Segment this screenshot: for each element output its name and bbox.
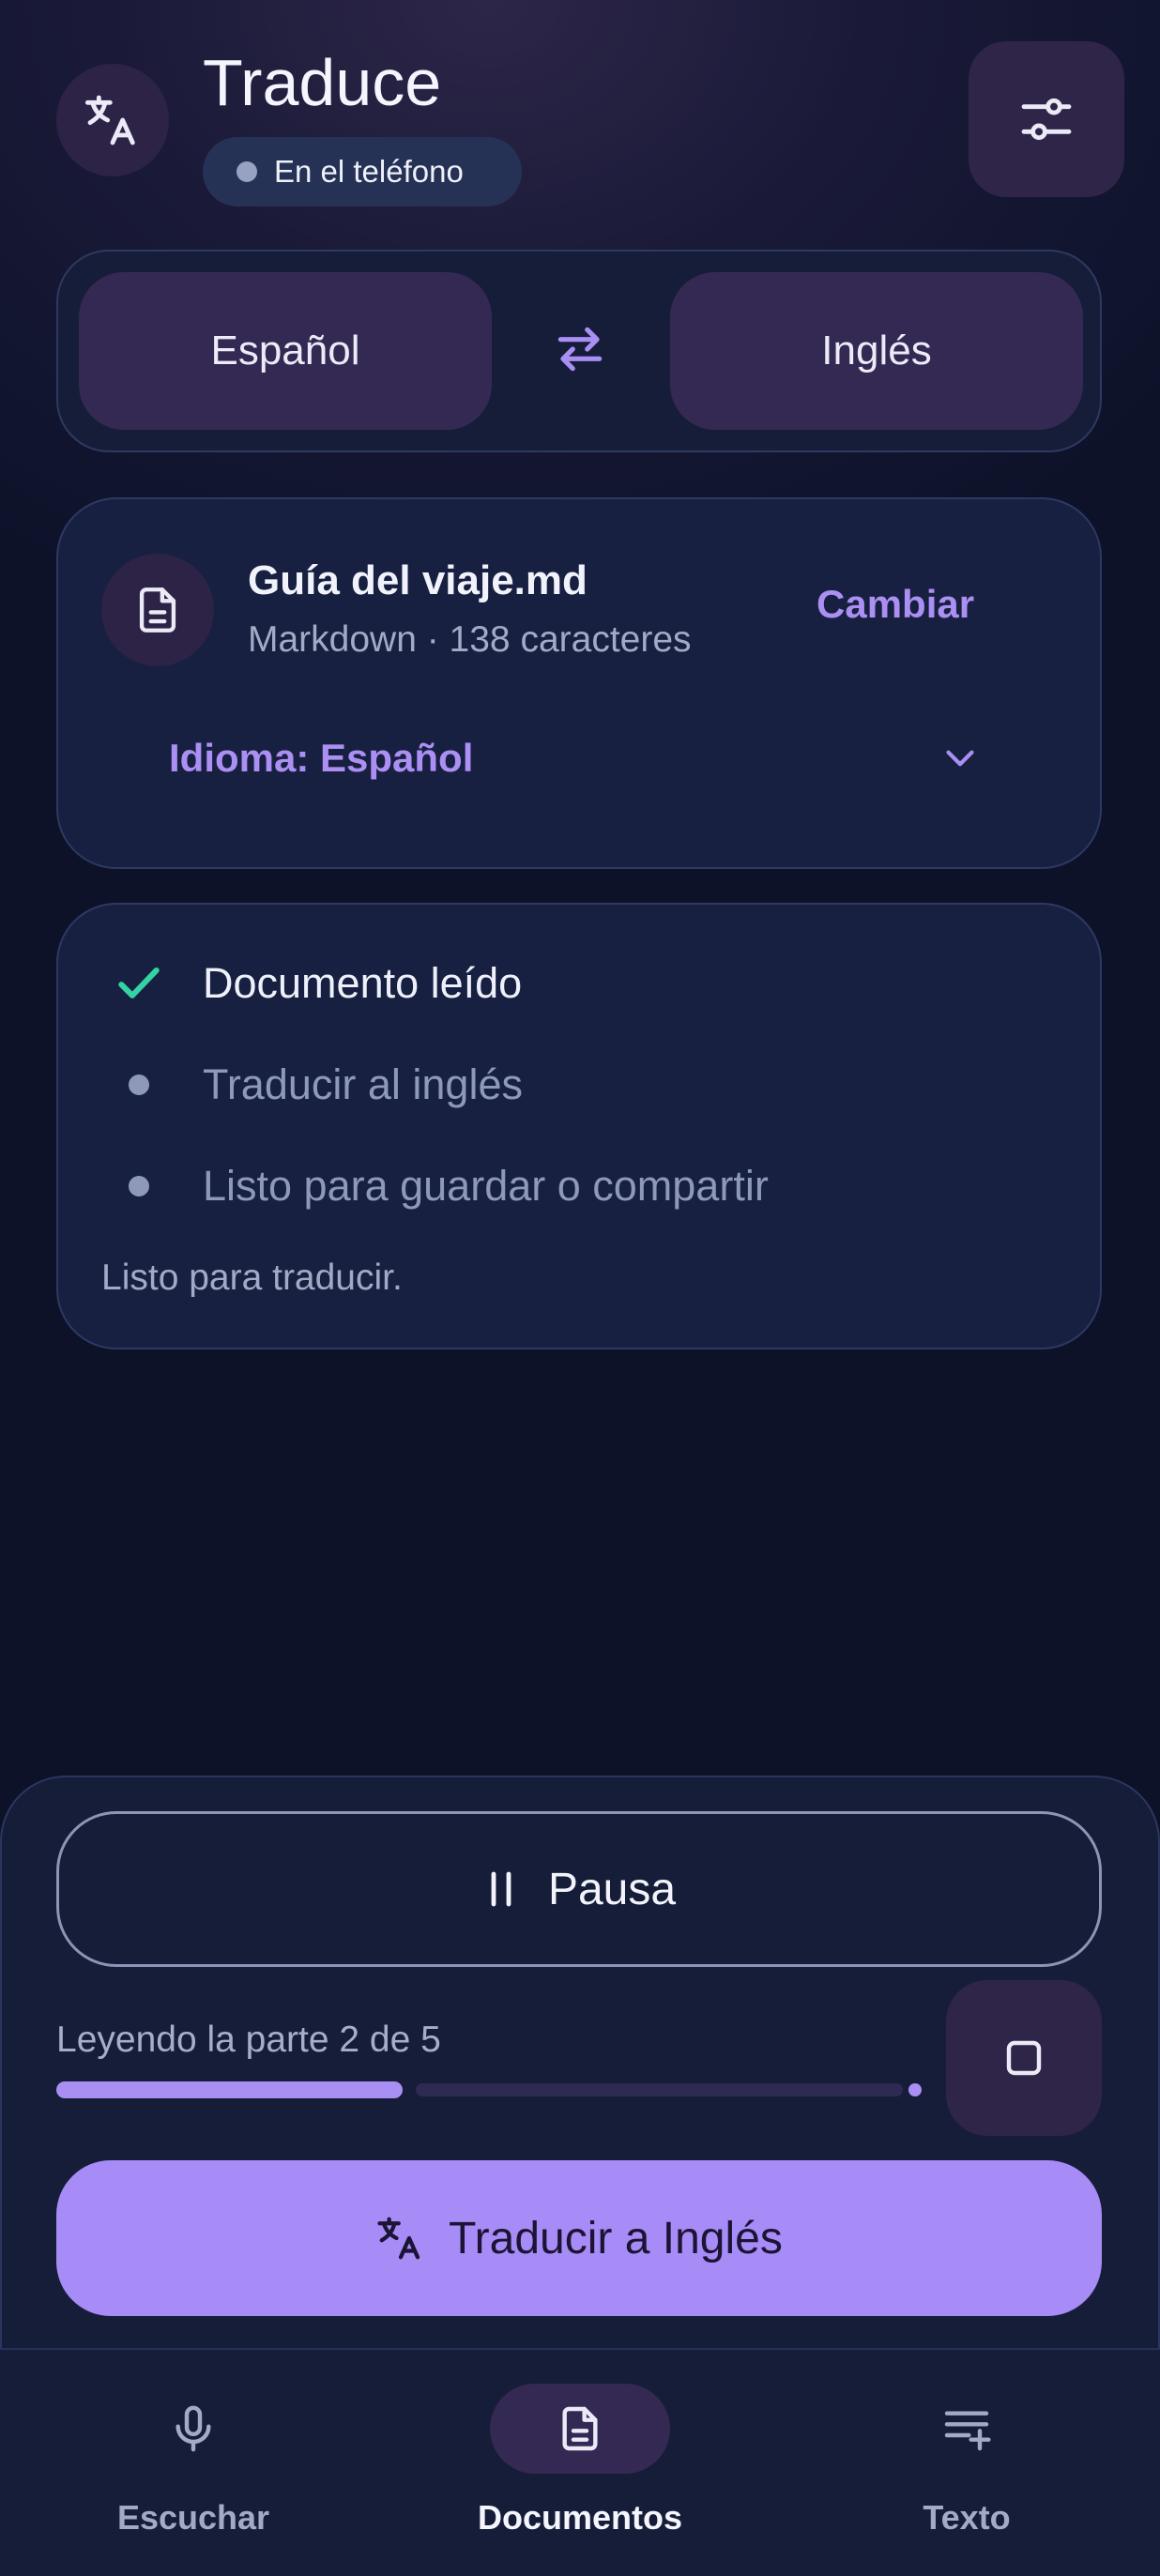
stop-icon [1006,2040,1042,2076]
document-name: Guía del viaje.md [248,557,588,603]
pending-dot-icon [101,1149,176,1224]
translate-icon [84,95,135,145]
nav-label: Escuchar [116,2498,270,2537]
nav-pill [877,2384,1057,2474]
document-icon [139,587,176,633]
step-item: Listo para guardar o compartir [101,1149,769,1224]
step-item: Traducir al inglés [101,1047,523,1122]
nav-item-texto[interactable]: Texto [826,2384,1107,2562]
step-label: Listo para guardar o compartir [203,1162,769,1210]
pause-icon [491,1871,511,1907]
document-language-select[interactable]: Idioma: Español [101,723,1002,794]
nav-pill [103,2384,283,2474]
document-thumbnail [101,554,214,666]
step-label: Traducir al inglés [203,1060,523,1108]
pause-label: Pausa [547,1864,677,1914]
progress-fill [56,2081,403,2098]
target-language-label: Inglés [821,328,932,373]
document-card [56,497,1102,869]
status-message: Listo para traducir. [101,1258,403,1298]
swap-languages-button[interactable] [541,310,619,389]
translate-icon [377,2217,420,2260]
change-document-button[interactable]: Cambiar [817,582,974,627]
nav-item-escuchar[interactable]: Escuchar [53,2384,334,2562]
badge-label: En el teléfono [274,154,464,189]
target-language-button[interactable]: Inglés [670,272,1083,430]
check-icon [101,946,176,1021]
source-language-label: Español [210,328,360,373]
on-device-badge: En el teléfono [203,137,522,206]
sliders-icon [1021,98,1072,141]
pending-dot-icon [101,1047,176,1122]
document-language-label: Idioma: Español [169,736,474,780]
document-meta: Markdown · 138 caracteres [248,619,692,660]
chevron-down-icon [946,750,974,767]
nav-item-documentos[interactable]: Documentos [439,2384,721,2562]
translate-button[interactable]: Traducir a Inglés [56,2160,1102,2316]
stop-button[interactable] [946,1980,1102,2136]
text-add-icon [944,2411,991,2451]
progress-remaining [416,2083,903,2096]
pause-button[interactable]: Pausa [56,1811,1102,1967]
nav-pill-active [490,2384,670,2474]
status-dot [237,161,257,182]
step-item: Documento leído [101,946,522,1021]
progress-end-dot [908,2083,922,2096]
source-language-button[interactable]: Español [79,272,492,430]
settings-button[interactable] [969,41,1124,197]
document-icon [562,2406,598,2451]
swap-arrows-icon [557,327,603,372]
nav-label: Texto [923,2498,1011,2537]
nav-label: Documentos [477,2498,683,2537]
translate-button-label: Traducir a Inglés [449,2213,783,2264]
step-label: Documento leído [203,959,523,1007]
app-title: Traduce [203,46,442,119]
app-logo [56,64,169,176]
reading-progress-bar [56,2081,922,2098]
progress-label: Leyendo la parte 2 de 5 [56,2020,441,2060]
microphone-icon [176,2405,211,2452]
